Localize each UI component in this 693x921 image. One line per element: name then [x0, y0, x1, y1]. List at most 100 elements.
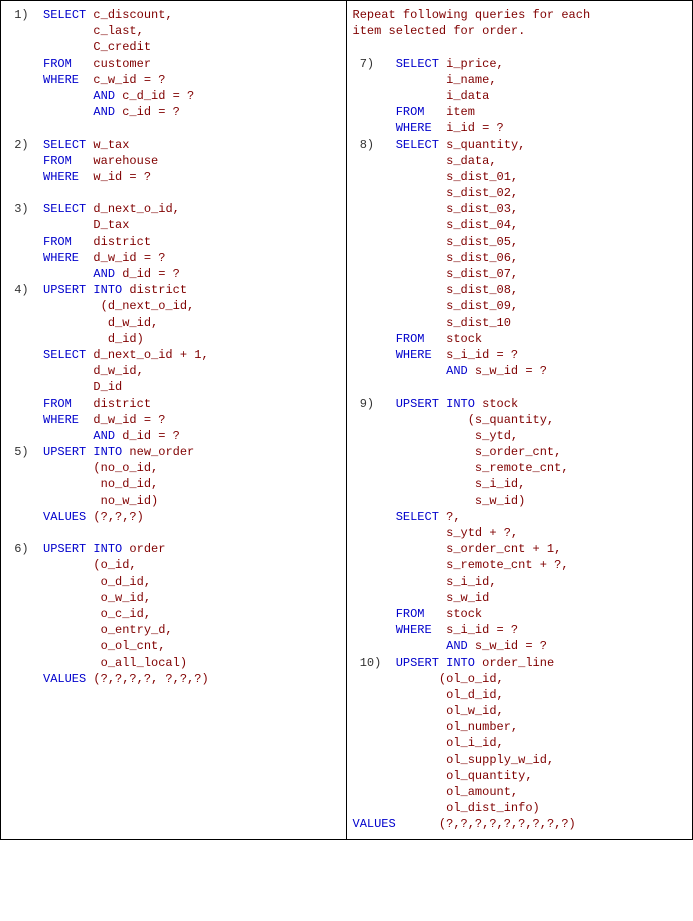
q6-c7: o_all_local) — [7, 656, 187, 670]
q4-whrv: d_w_id = ? — [79, 413, 165, 427]
q4-num: 4) — [7, 283, 43, 297]
q8-cond1: s_i_id = ? — [432, 348, 518, 362]
q1-cond3: c_id = ? — [115, 105, 180, 119]
q9-c4: s_remote_cnt, — [353, 461, 569, 475]
q9-num: 9) — [353, 397, 396, 411]
q6-values: VALUES — [7, 672, 86, 686]
q8-c10: s_dist_08, — [353, 283, 519, 297]
q10-c8: ol_amount, — [353, 785, 519, 799]
q8-where: WHERE — [353, 348, 432, 362]
q3-select: SELECT — [43, 202, 86, 216]
q9-c6: s_w_id) — [353, 494, 526, 508]
q3-num: 3) — [7, 202, 43, 216]
q3-from: FROM — [7, 235, 72, 249]
q10-c2: ol_d_id, — [353, 688, 504, 702]
q8-c9: s_dist_07, — [353, 267, 519, 281]
q1-col1: c_discount, — [86, 8, 172, 22]
q2-col: w_tax — [86, 138, 129, 152]
q6-c3: o_w_id, — [7, 591, 151, 605]
q8-and: AND — [353, 364, 468, 378]
q9-table: stock — [475, 397, 518, 411]
q8-table: stock — [425, 332, 483, 346]
q2-num: 2) — [7, 138, 43, 152]
q8-c12: s_dist_10 — [353, 316, 511, 330]
q4-s3: D_id — [7, 380, 122, 394]
q10-c9: ol_dist_info) — [353, 801, 540, 815]
q1-table: customer — [72, 57, 151, 71]
q7-select: SELECT — [396, 57, 439, 71]
q1-cond2: c_d_id = ? — [115, 89, 194, 103]
q1-col3: C_credit — [7, 40, 151, 54]
q4-select: SELECT — [7, 348, 86, 362]
q10-values: VALUES — [353, 817, 396, 831]
q8-c6: s_dist_04, — [353, 218, 519, 232]
q3-col2: D_tax — [7, 218, 129, 232]
q4-s2: d_w_id, — [7, 364, 144, 378]
q3-table: district — [72, 235, 151, 249]
q4-and: AND — [7, 429, 115, 443]
q9-c2: s_ytd, — [353, 429, 519, 443]
q1-and1: AND — [7, 89, 115, 103]
right-column: Repeat following queries for each item s… — [347, 1, 693, 839]
q7-num: 7) — [353, 57, 396, 71]
q2-select: SELECT — [43, 138, 86, 152]
q8-c3: s_dist_01, — [353, 170, 519, 184]
q1-from: FROM — [7, 57, 72, 71]
q8-c5: s_dist_03, — [353, 202, 519, 216]
q8-num: 8) — [353, 138, 396, 152]
q8-c7: s_dist_05, — [353, 235, 519, 249]
q2-cond: w_id = ? — [79, 170, 151, 184]
q9-frmv: stock — [425, 607, 483, 621]
q6-c1: (o_id, — [7, 558, 137, 572]
q5-table: new_order — [122, 445, 194, 459]
q8-c8: s_dist_06, — [353, 251, 519, 265]
q9-upsert: UPSERT INTO — [396, 397, 475, 411]
q1-num: 1) — [7, 8, 43, 22]
q9-s4: s_remote_cnt + ?, — [353, 558, 569, 572]
q1-and2: AND — [7, 105, 115, 119]
q4-c2: d_w_id, — [7, 316, 158, 330]
q6-c4: o_c_id, — [7, 607, 151, 621]
q9-select: SELECT — [353, 510, 439, 524]
q9-c3: s_order_cnt, — [353, 445, 562, 459]
q5-c2: no_d_id, — [7, 477, 158, 491]
q9-sv: ?, — [439, 510, 461, 524]
q10-upsert: UPSERT INTO — [396, 656, 475, 670]
q10-c6: ol_supply_w_id, — [353, 753, 555, 767]
q6-upsert: UPSERT INTO — [43, 542, 122, 556]
q4-table: district — [122, 283, 187, 297]
q8-cond2: s_w_id = ? — [468, 364, 547, 378]
q2-where: WHERE — [7, 170, 79, 184]
q10-c4: ol_number, — [353, 720, 519, 734]
q5-c3: no_w_id) — [7, 494, 158, 508]
q4-from: FROM — [7, 397, 72, 411]
q5-c1: (no_o_id, — [7, 461, 158, 475]
left-column: 1) SELECT c_discount, c_last, C_credit F… — [1, 1, 347, 839]
q10-num: 10) — [353, 656, 396, 670]
q9-s5: s_i_id, — [353, 575, 497, 589]
q10-c1: (ol_o_id, — [353, 672, 504, 686]
q4-c3: d_id) — [7, 332, 144, 346]
q6-c2: o_d_id, — [7, 575, 151, 589]
q6-c6: o_ol_cnt, — [7, 639, 165, 653]
q6-num: 6) — [7, 542, 43, 556]
q9-where: WHERE — [353, 623, 432, 637]
q4-upsert: UPSERT INTO — [43, 283, 122, 297]
q9-s2: s_ytd + ?, — [353, 526, 519, 540]
q1-cond1: c_w_id = ? — [79, 73, 165, 87]
q10-c3: ol_w_id, — [353, 704, 504, 718]
q4-c1: (d_next_o_id, — [7, 299, 194, 313]
q10-valsv: (?,?,?,?,?,?,?,?,?) — [396, 817, 576, 831]
q3-cond1: d_w_id = ? — [79, 251, 165, 265]
q7-where: WHERE — [353, 121, 432, 135]
q6-valsv: (?,?,?,?, ?,?,?) — [86, 672, 208, 686]
q2-table: warehouse — [72, 154, 158, 168]
q3-cond2: d_id = ? — [115, 267, 180, 281]
q5-valsv: (?,?,?) — [86, 510, 144, 524]
q4-frmv: district — [72, 397, 151, 411]
q4-sv: d_next_o_id + 1, — [86, 348, 208, 362]
q9-c1: (s_quantity, — [353, 413, 555, 427]
q7-col3: i_data — [353, 89, 490, 103]
q7-cond: i_id = ? — [432, 121, 504, 135]
q5-upsert: UPSERT INTO — [43, 445, 122, 459]
